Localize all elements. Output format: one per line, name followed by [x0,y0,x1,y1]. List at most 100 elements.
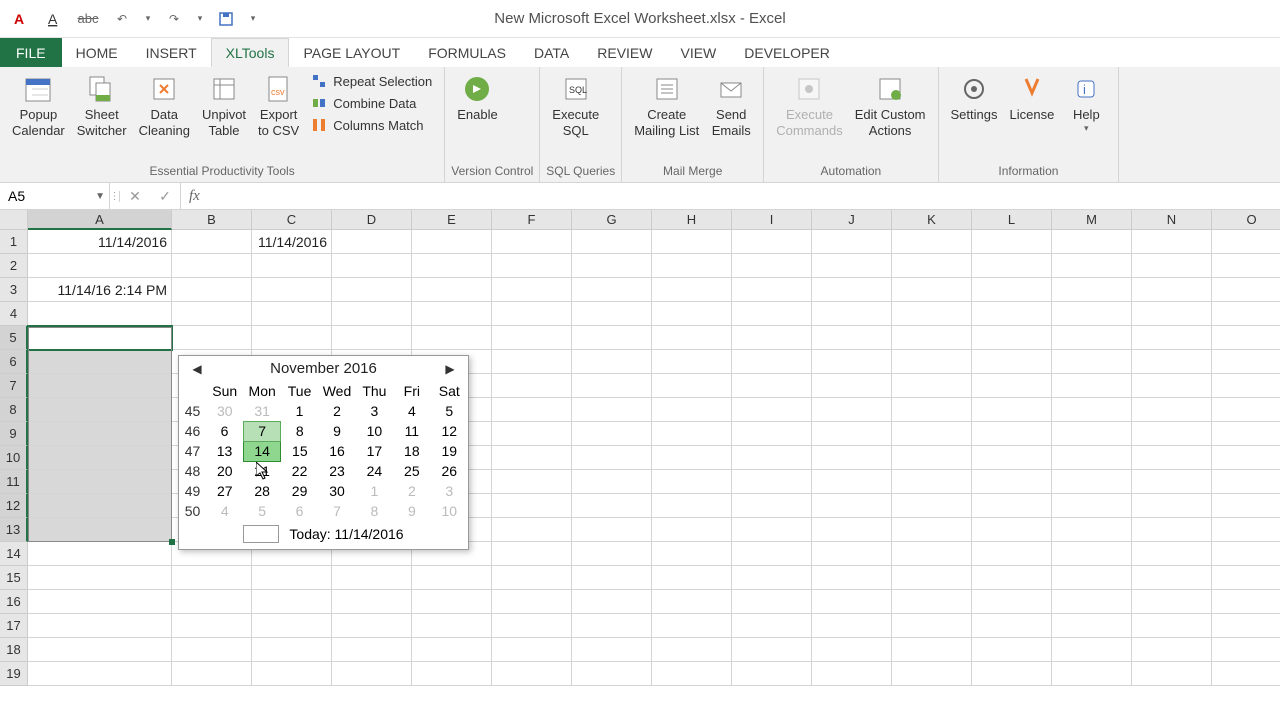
cell-M9[interactable] [1052,422,1132,446]
cal-day[interactable]: 24 [356,461,393,481]
cell-B17[interactable] [172,614,252,638]
cell-I13[interactable] [732,518,812,542]
col-header-J[interactable]: J [812,210,892,230]
cell-N16[interactable] [1132,590,1212,614]
cell-M15[interactable] [1052,566,1132,590]
today-box[interactable] [243,525,279,543]
cell-H15[interactable] [652,566,732,590]
cell-H9[interactable] [652,422,732,446]
cell-O5[interactable] [1212,326,1280,350]
cell-N2[interactable] [1132,254,1212,278]
col-header-E[interactable]: E [412,210,492,230]
cell-J13[interactable] [812,518,892,542]
cal-day[interactable]: 2 [318,401,355,421]
cell-L5[interactable] [972,326,1052,350]
cell-K18[interactable] [892,638,972,662]
cell-O10[interactable] [1212,446,1280,470]
cell-D1[interactable] [332,230,412,254]
redo-dropdown-icon[interactable]: ▾ [194,6,206,32]
cal-day[interactable]: 30 [318,481,355,501]
cell-G16[interactable] [572,590,652,614]
cell-K6[interactable] [892,350,972,374]
cell-I10[interactable] [732,446,812,470]
cell-K15[interactable] [892,566,972,590]
cell-F4[interactable] [492,302,572,326]
row-header-6[interactable]: 6 [0,350,28,374]
tab-home[interactable]: HOME [62,38,132,67]
cell-C18[interactable] [252,638,332,662]
cell-A1[interactable]: 11/14/2016 [28,230,172,254]
cell-E16[interactable] [412,590,492,614]
export-csv-button[interactable]: csv Export to CSV [252,69,305,140]
row-header-9[interactable]: 9 [0,422,28,446]
cell-J1[interactable] [812,230,892,254]
cal-day[interactable]: 3 [356,401,393,421]
cell-H7[interactable] [652,374,732,398]
cell-H10[interactable] [652,446,732,470]
cell-N11[interactable] [1132,470,1212,494]
row-header-17[interactable]: 17 [0,614,28,638]
cell-C2[interactable] [252,254,332,278]
save-icon[interactable] [212,6,240,32]
col-header-G[interactable]: G [572,210,652,230]
cal-day[interactable]: 7 [318,501,355,521]
cell-H17[interactable] [652,614,732,638]
cell-J18[interactable] [812,638,892,662]
cell-L7[interactable] [972,374,1052,398]
cell-H1[interactable] [652,230,732,254]
cell-M2[interactable] [1052,254,1132,278]
enter-icon[interactable]: ✓ [150,188,180,205]
calendar-month-label[interactable]: November 2016 [270,360,377,377]
col-header-K[interactable]: K [892,210,972,230]
columns-match-button[interactable]: Columns Match [309,115,434,135]
strikethrough-icon[interactable]: abc [74,6,102,32]
next-month-icon[interactable]: ▶ [442,362,458,376]
cell-K12[interactable] [892,494,972,518]
cell-J11[interactable] [812,470,892,494]
cell-F10[interactable] [492,446,572,470]
cell-F9[interactable] [492,422,572,446]
cal-day[interactable]: 18 [393,441,430,461]
cell-J19[interactable] [812,662,892,686]
cell-L14[interactable] [972,542,1052,566]
cell-I15[interactable] [732,566,812,590]
cell-A12[interactable] [28,494,172,518]
cell-G4[interactable] [572,302,652,326]
cell-O9[interactable] [1212,422,1280,446]
cell-O8[interactable] [1212,398,1280,422]
popup-calendar-button[interactable]: Popup Calendar [6,69,71,140]
cal-day[interactable]: 30 [206,401,243,421]
cell-L12[interactable] [972,494,1052,518]
cal-day[interactable]: 12 [431,421,468,441]
cell-F12[interactable] [492,494,572,518]
cal-day[interactable]: 26 [431,461,468,481]
cal-day[interactable]: 8 [356,501,393,521]
cell-C5[interactable] [252,326,332,350]
cal-day[interactable]: 4 [393,401,430,421]
cell-K16[interactable] [892,590,972,614]
cell-L16[interactable] [972,590,1052,614]
cell-H18[interactable] [652,638,732,662]
cell-L17[interactable] [972,614,1052,638]
cell-N14[interactable] [1132,542,1212,566]
col-header-I[interactable]: I [732,210,812,230]
cell-D4[interactable] [332,302,412,326]
license-button[interactable]: License [1004,69,1061,123]
cell-H14[interactable] [652,542,732,566]
select-all-corner[interactable] [0,210,28,230]
cell-I6[interactable] [732,350,812,374]
cell-K14[interactable] [892,542,972,566]
cell-N18[interactable] [1132,638,1212,662]
cell-I11[interactable] [732,470,812,494]
enable-button[interactable]: Enable [451,69,503,123]
cell-M1[interactable] [1052,230,1132,254]
redo-icon[interactable]: ↷ [160,6,188,32]
cell-O16[interactable] [1212,590,1280,614]
cell-K3[interactable] [892,278,972,302]
cell-L9[interactable] [972,422,1052,446]
undo-icon[interactable]: ↶ [108,6,136,32]
cell-G6[interactable] [572,350,652,374]
cal-day[interactable]: 2 [393,481,430,501]
cell-M8[interactable] [1052,398,1132,422]
fb-expand-icon[interactable]: ⋮ [110,191,120,202]
